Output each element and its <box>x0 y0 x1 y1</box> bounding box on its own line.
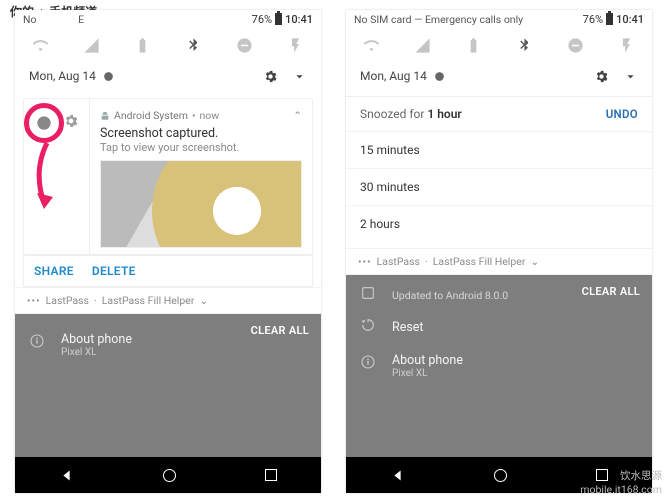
battery-icon <box>606 13 613 25</box>
dnd-icon[interactable] <box>567 36 585 54</box>
home-icon[interactable] <box>163 469 176 482</box>
android-icon <box>100 111 110 121</box>
cell-icon[interactable] <box>414 36 432 54</box>
delete-button[interactable]: DELETE <box>92 264 136 278</box>
dim-background: CLEAR ALL About phone Pixel XL <box>15 314 321 457</box>
pointer-arrow <box>31 141 57 211</box>
option-15[interactable]: 15 minutes <box>346 131 652 168</box>
info-icon <box>360 354 378 374</box>
option-30[interactable]: 30 minutes <box>346 168 652 205</box>
notification-card[interactable]: Android System • now ⌃ Screenshot captur… <box>23 98 313 255</box>
status-left: No SIM card — Emergency calls only <box>354 13 523 26</box>
clear-all-button[interactable]: CLEAR ALL <box>582 285 640 298</box>
history-icon <box>360 317 378 337</box>
date-text: Mon, Aug 14 <box>29 69 96 83</box>
battery-icon <box>275 13 282 25</box>
quick-settings <box>346 28 652 62</box>
about-phone-row[interactable]: About phone Pixel XL <box>360 343 638 385</box>
flash-icon[interactable] <box>287 36 305 54</box>
option-2h[interactable]: 2 hours <box>346 205 652 242</box>
status-bar: No E 76% 10:41 <box>15 10 321 28</box>
back-icon[interactable] <box>390 468 405 483</box>
alarm-icon <box>102 70 115 83</box>
chevron-down-icon: ⌄ <box>199 294 208 307</box>
date-row: Mon, Aug 14 <box>15 62 321 90</box>
phone-left: No E 76% 10:41 Mon, Aug 14 <box>15 10 321 493</box>
lastpass-notif[interactable]: ••• LastPass · LastPass Fill Helper ⌄ <box>346 248 652 275</box>
wifi-icon[interactable] <box>363 36 381 54</box>
gear-icon[interactable] <box>594 69 609 84</box>
dnd-icon[interactable] <box>236 36 254 54</box>
snooze-highlight-circle <box>24 103 64 143</box>
date-row: Mon, Aug 14 <box>346 62 652 90</box>
undo-button[interactable]: UNDO <box>606 107 638 121</box>
battery2-icon[interactable] <box>134 36 152 54</box>
chevron-down-icon[interactable] <box>292 69 307 84</box>
status-bar: No SIM card — Emergency calls only 76% 1… <box>346 10 652 28</box>
share-button[interactable]: SHARE <box>34 264 74 278</box>
snooze-header: Snoozed for 1 hour UNDO <box>346 96 652 131</box>
info-icon <box>29 333 47 353</box>
chevron-down-icon[interactable] <box>623 69 638 84</box>
checkbox-icon <box>360 285 378 305</box>
clock-icon <box>36 115 52 131</box>
home-icon[interactable] <box>494 469 507 482</box>
phone-right: No SIM card — Emergency calls only 76% 1… <box>346 10 652 493</box>
recents-icon[interactable] <box>265 469 277 481</box>
quick-settings <box>15 28 321 62</box>
flash-icon[interactable] <box>618 36 636 54</box>
back-icon[interactable] <box>59 468 74 483</box>
lastpass-notif[interactable]: ••• LastPass · LastPass Fill Helper ⌄ <box>15 287 321 314</box>
battery-pct: 76% <box>252 13 272 26</box>
date-text: Mon, Aug 14 <box>360 69 427 83</box>
bluetooth-icon[interactable] <box>185 36 203 54</box>
bluetooth-icon[interactable] <box>516 36 534 54</box>
clock-text: 10:41 <box>285 13 313 26</box>
notif-title: Screenshot captured. <box>100 126 302 141</box>
notif-when: now <box>199 109 219 122</box>
clear-all-button[interactable]: CLEAR ALL <box>251 324 309 337</box>
watermark: 饮水思源 mobile.it168.com <box>580 469 662 497</box>
notif-app: Android System <box>114 109 188 122</box>
notif-subtitle: Tap to view your screenshot. <box>100 141 302 154</box>
screenshot-thumb[interactable] <box>100 160 302 248</box>
dim-background: CLEAR ALL Updated to Android 8.0.0 Reset… <box>346 275 652 457</box>
nav-bar <box>15 457 321 493</box>
chevron-up-icon[interactable]: ⌃ <box>293 109 302 122</box>
notif-actions: SHARE DELETE <box>23 255 313 287</box>
clock-text: 10:41 <box>616 13 644 26</box>
chevron-down-icon: ⌄ <box>530 255 539 268</box>
battery2-icon[interactable] <box>465 36 483 54</box>
gear-icon[interactable] <box>263 69 278 84</box>
alarm-icon <box>433 70 446 83</box>
gear-icon[interactable] <box>63 113 79 129</box>
cell-icon[interactable] <box>83 36 101 54</box>
wifi-icon[interactable] <box>32 36 50 54</box>
reset-row[interactable]: Reset <box>360 311 638 343</box>
battery-pct: 76% <box>583 13 603 26</box>
